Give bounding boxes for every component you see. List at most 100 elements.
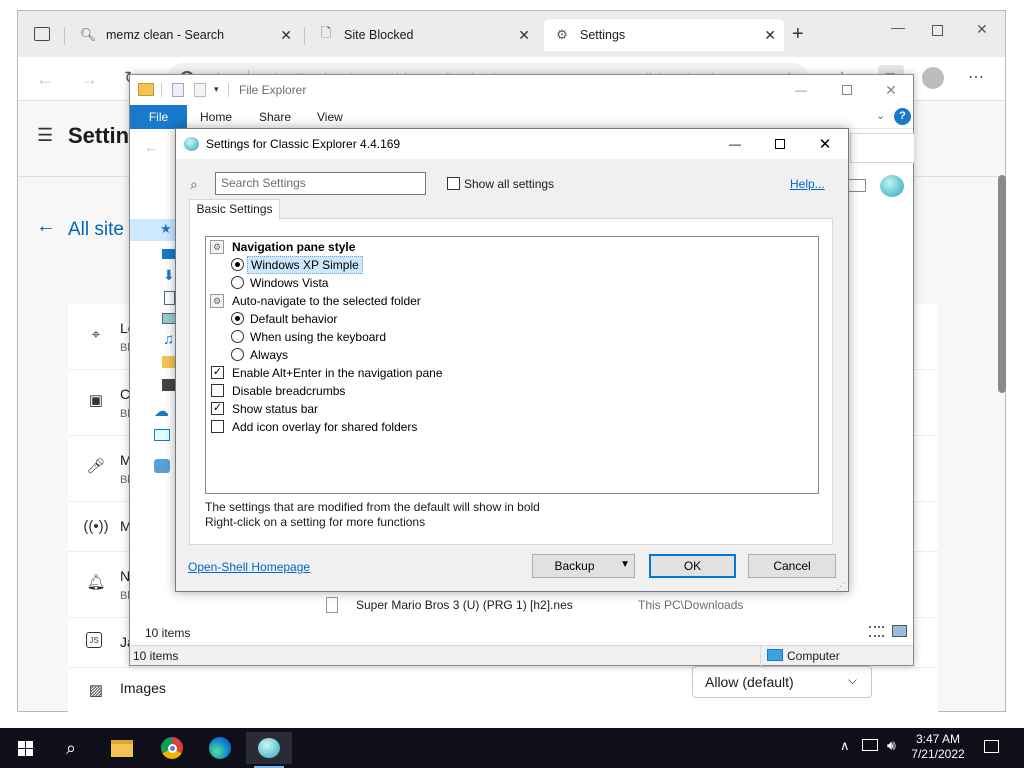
videos-icon <box>162 379 176 391</box>
cancel-button[interactable]: Cancel <box>748 554 836 578</box>
maximize-icon[interactable] <box>824 75 870 105</box>
volume-icon[interactable]: 🔊︎ <box>887 737 896 754</box>
help-link[interactable]: Help... <box>790 177 825 191</box>
large-icons-view-icon[interactable] <box>892 625 907 637</box>
edge-icon[interactable] <box>197 732 243 764</box>
new-folder-icon[interactable] <box>194 83 206 97</box>
page-scrollbar[interactable] <box>998 175 1006 393</box>
minimize-icon[interactable]: — <box>712 129 758 159</box>
maximize-icon[interactable] <box>932 25 943 36</box>
minimize-icon[interactable]: — <box>891 19 905 35</box>
all-sites-link[interactable]: All site <box>68 219 124 241</box>
back-icon[interactable]: ← <box>144 139 158 155</box>
checkbox[interactable] <box>211 384 224 397</box>
close-window-icon[interactable]: ✕ <box>868 75 914 105</box>
search-settings-input[interactable]: Search Settings <box>215 172 426 195</box>
network-icon[interactable] <box>862 739 878 751</box>
back-icon[interactable]: ← <box>36 69 54 90</box>
ribbon-tab-view[interactable]: View <box>317 105 343 129</box>
tab-basic-settings[interactable]: Basic Settings <box>189 199 280 220</box>
show-hidden-icons-icon[interactable]: ∧ <box>840 738 850 754</box>
checkbox[interactable]: ✓ <box>211 402 224 415</box>
file-name: Super Mario Bros 3 (U) (PRG 1) [h2].nes <box>356 598 573 612</box>
close-icon[interactable]: ✕ <box>518 27 530 44</box>
tab-actions-icon[interactable] <box>34 27 50 41</box>
show-all-settings-checkbox[interactable] <box>447 177 460 190</box>
more-options-icon[interactable]: ⋯ <box>968 67 984 87</box>
setting-radio[interactable]: When using the keyboard <box>206 328 818 346</box>
close-icon[interactable]: ✕ <box>802 129 848 159</box>
tab-panel: ⚙ Navigation pane style Windows XP Simpl… <box>189 218 833 545</box>
start-button[interactable] <box>2 732 48 764</box>
settings-list: ⚙ Navigation pane style Windows XP Simpl… <box>205 236 819 494</box>
open-shell-icon[interactable] <box>246 732 292 768</box>
tab-site-blocked[interactable]: 🗋 Site Blocked ✕ <box>308 19 538 51</box>
hint-line-1: The settings that are modified from the … <box>205 500 540 514</box>
ribbon-tab-share[interactable]: Share <box>259 105 291 129</box>
help-icon[interactable]: ? <box>894 108 911 125</box>
minimize-icon[interactable]: — <box>778 75 824 105</box>
dialog-titlebar: Settings for Classic Explorer 4.4.169 — … <box>176 129 848 159</box>
radio-button[interactable] <box>231 348 244 361</box>
pictures-icon <box>162 313 176 324</box>
explorer-titlebar: ▾ File Explorer — ✕ <box>130 75 913 105</box>
forward-icon[interactable]: → <box>80 69 98 90</box>
search-button[interactable]: ⌕ <box>48 732 94 764</box>
search-box[interactable] <box>850 133 914 163</box>
setting-group[interactable]: ⚙ Navigation pane style <box>206 238 818 256</box>
hamburger-menu-icon[interactable]: ☰ <box>37 125 53 146</box>
settings-group-icon: ⚙ <box>210 240 224 254</box>
radio-button[interactable] <box>231 312 244 325</box>
setting-checkbox[interactable]: Add icon overlay for shared folders <box>206 418 818 436</box>
tab-search[interactable]: 🔍︎ memz clean - Search ✕ <box>70 19 300 51</box>
notifications-icon[interactable] <box>984 740 999 753</box>
new-tab-icon[interactable]: + <box>792 23 804 46</box>
ribbon-tab-home[interactable]: Home <box>200 105 232 129</box>
checkbox[interactable]: ✓ <box>211 366 224 379</box>
properties-icon[interactable] <box>172 83 184 97</box>
checkbox[interactable] <box>211 420 224 433</box>
tab-settings[interactable]: ⚙ Settings ✕ <box>544 19 784 51</box>
file-explorer-icon[interactable] <box>99 732 145 764</box>
permission-row-images[interactable]: ▨ Images Allow (default) ⌵ <box>68 666 938 712</box>
clock-time: 3:47 AM <box>915 732 961 746</box>
radio-button[interactable] <box>231 330 244 343</box>
close-icon[interactable]: ✕ <box>764 27 776 44</box>
clock[interactable]: 3:47 AM 7/21/2022 <box>905 732 971 762</box>
close-icon[interactable]: ✕ <box>280 27 292 44</box>
setting-checkbox[interactable]: ✓ Enable Alt+Enter in the navigation pan… <box>206 364 818 382</box>
open-shell-homepage-link[interactable]: Open-Shell Homepage <box>188 560 310 574</box>
file-row[interactable]: Super Mario Bros 3 (U) (PRG 1) [h2].nes … <box>326 595 886 615</box>
open-shell-icon[interactable] <box>880 175 904 197</box>
qat-dropdown-icon[interactable]: ▾ <box>214 84 219 95</box>
setting-radio[interactable]: Windows XP Simple <box>206 256 818 274</box>
profile-avatar[interactable] <box>922 67 944 89</box>
resize-grip-icon[interactable]: ⋰ <box>836 581 845 592</box>
setting-radio[interactable]: Windows Vista <box>206 274 818 292</box>
chrome-icon[interactable] <box>149 732 195 764</box>
back-arrow-icon[interactable]: ← <box>36 215 56 238</box>
radio-button[interactable] <box>231 258 244 271</box>
javascript-icon: JS <box>86 632 102 648</box>
show-all-settings-label[interactable]: Show all settings <box>464 177 554 191</box>
ribbon-expand-icon[interactable]: ⌄ <box>876 109 885 122</box>
close-window-icon[interactable]: ✕ <box>976 21 988 38</box>
setting-radio[interactable]: Always <box>206 346 818 364</box>
settings-group-icon: ⚙ <box>210 294 224 308</box>
radio-button[interactable] <box>231 276 244 289</box>
setting-group[interactable]: ⚙ Auto-navigate to the selected folder <box>206 292 818 310</box>
view-toggle-icon[interactable] <box>848 179 866 192</box>
backup-button[interactable]: Backup ▼ <box>532 554 635 578</box>
item-count: 10 items <box>145 626 191 640</box>
details-view-icon[interactable] <box>869 626 884 637</box>
tab-label: Site Blocked <box>344 28 414 42</box>
images-permission-select[interactable]: Allow (default) ⌵ <box>692 666 872 698</box>
setting-checkbox[interactable]: Disable breadcrumbs <box>206 382 818 400</box>
setting-radio[interactable]: Default behavior <box>206 310 818 328</box>
explorer-title: File Explorer <box>239 83 307 97</box>
navigation-pane: ★ ⬇ ♫ ☁ <box>130 213 178 513</box>
ok-button[interactable]: OK <box>649 554 736 578</box>
setting-checkbox[interactable]: ✓ Show status bar <box>206 400 818 418</box>
ribbon-tab-file[interactable]: File <box>130 105 187 129</box>
maximize-icon[interactable] <box>757 129 803 159</box>
